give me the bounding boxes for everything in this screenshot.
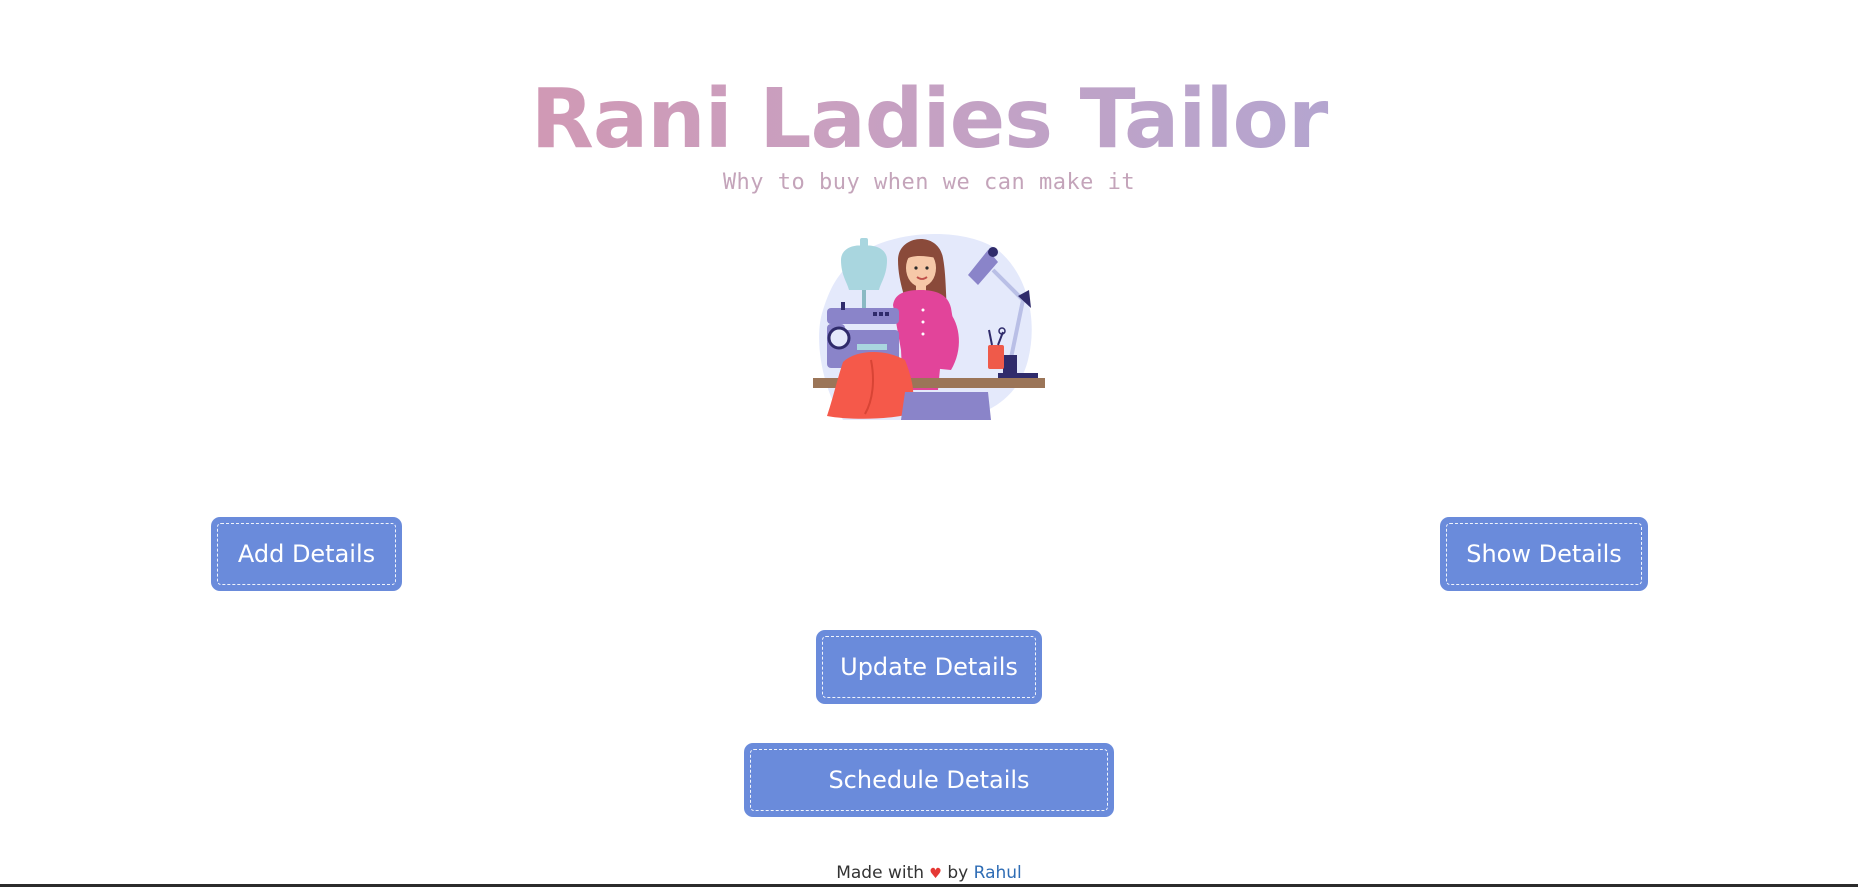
schedule-details-button[interactable]: Schedule Details: [744, 743, 1114, 817]
update-details-button[interactable]: Update Details: [816, 630, 1042, 704]
tagline: Why to buy when we can make it: [722, 170, 1136, 195]
schedule-details-label: Schedule Details: [828, 766, 1030, 794]
footer-by: by: [947, 863, 969, 883]
tailor-illustration: [813, 234, 1045, 420]
add-details-label: Add Details: [237, 540, 376, 568]
add-details-button[interactable]: Add Details: [211, 517, 402, 591]
page-title: Rani Ladies Tailor: [0, 68, 1858, 172]
header: Rani Ladies Tailor Why to buy when we ca…: [0, 0, 1858, 200]
show-details-label: Show Details: [1466, 540, 1622, 568]
footer-prefix: Made with: [836, 863, 925, 883]
show-details-button[interactable]: Show Details: [1440, 517, 1648, 591]
heart-icon: ♥: [929, 866, 942, 882]
update-details-label: Update Details: [840, 653, 1018, 681]
author-link[interactable]: Rahul: [974, 863, 1022, 883]
footer: Made with ♥ by Rahul: [0, 863, 1858, 883]
